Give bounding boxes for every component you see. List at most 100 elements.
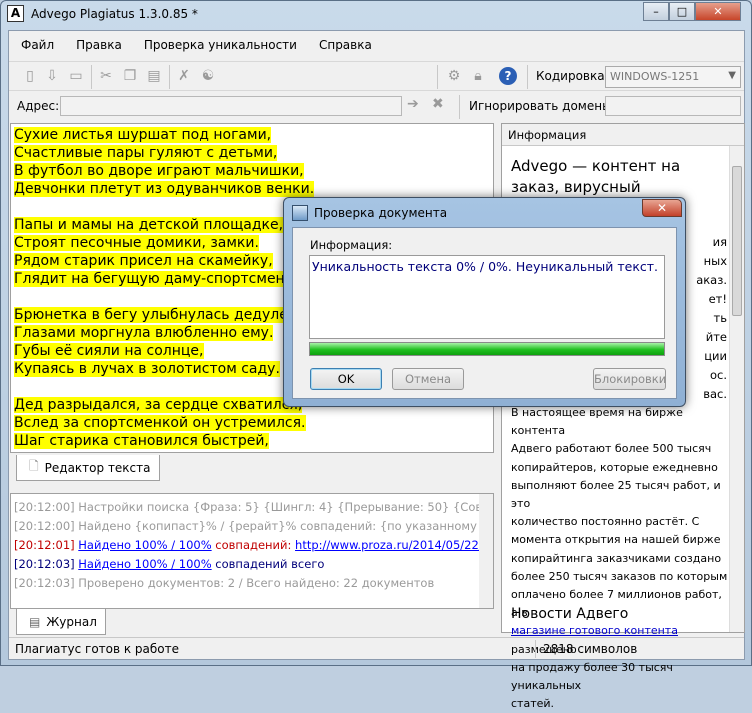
progress-fill	[310, 343, 664, 355]
log-time: [20:12:00]	[14, 500, 75, 514]
check-icon[interactable]: ✗	[175, 67, 193, 85]
settings-gear-icon[interactable]: ⚙	[445, 67, 463, 85]
dialog-message-box[interactable]: Уникальность текста 0% / 0%. Неуникальны…	[309, 255, 665, 339]
encoding-select[interactable]: WINDOWS-1251 ▼	[605, 66, 741, 88]
menu-help[interactable]: Справка	[319, 38, 372, 52]
tab-journal[interactable]: ▤ Журнал	[16, 609, 106, 635]
open-file-icon[interactable]: ▭	[67, 67, 85, 85]
log-scrollbar[interactable]	[479, 494, 493, 608]
status-bar: Плагиатус готов к работе 2818 символов	[9, 637, 744, 659]
log-time: [20:12:00]	[14, 519, 75, 533]
info-text-fragment: ции	[704, 349, 727, 363]
log-row: [20:12:01] Найдено 100% / 100% совпадени…	[11, 536, 493, 555]
info-body-line: на продажу более 30 тысяч уникальных	[511, 660, 673, 693]
log-match-text: совпадений всего	[215, 557, 325, 571]
cut-icon[interactable]: ✂	[97, 67, 115, 85]
dialog-title: Проверка документа	[314, 206, 448, 220]
minimize-button[interactable]: –	[643, 2, 669, 21]
shop-content-link[interactable]: магазине готового контента	[511, 624, 678, 637]
highlighted-text: Глядит на бегущую даму-спортсменку.	[14, 271, 306, 287]
new-document-icon[interactable]: ▯	[21, 67, 39, 85]
log-text: Найдено {копипаст}% / {рерайт}% совпаден…	[78, 519, 494, 533]
clear-icon[interactable]: ✖	[432, 96, 444, 112]
toolbar-separator	[437, 65, 438, 89]
char-count: 2818 символов	[543, 642, 638, 656]
info-body-line: количество постоянно растёт. С	[511, 515, 700, 529]
dialog-info-label: Информация:	[310, 238, 393, 252]
log-row: [20:12:00] Найдено {копипаст}% / {рерайт…	[11, 517, 493, 536]
log-time: [20:12:03]	[14, 557, 75, 571]
dialog-close-button[interactable]: ✕	[642, 199, 682, 217]
lock-icon[interactable]: 🔒︎	[469, 67, 487, 85]
menu-check-uniqueness[interactable]: Проверка уникальности	[144, 38, 297, 52]
log-text: Проверено документов: 2 / Всего найдено:…	[78, 576, 435, 590]
highlighted-text: Губы её сияли на солнце,	[14, 343, 204, 359]
dialog-progress-bar	[309, 342, 665, 356]
highlighted-text: Счастливые пары гуляют с детьми,	[14, 145, 278, 161]
highlighted-text: Шаг старика становился быстрей,	[14, 433, 269, 449]
window-title: Advego Plagiatus 1.3.0.85 *	[31, 7, 198, 21]
info-body-line: статей.	[511, 697, 555, 711]
info-body: В настоящее время на бирже контента Адвег…	[511, 404, 731, 713]
help-icon[interactable]: ?	[499, 67, 517, 85]
paste-icon[interactable]: ▤	[145, 67, 163, 85]
toolbar-separator	[169, 65, 170, 89]
editor-line: Вслед за спортсменкой он устремился.	[14, 414, 493, 432]
toolbar: ▯ ⇩ ▭ ✂ ❐ ▤ ✗ ☯ ⚙ 🔒︎ ? Кодировка: WINDOW…	[9, 61, 744, 91]
app-logo-icon: A	[7, 5, 24, 22]
menu-file[interactable]: Файл	[21, 38, 54, 52]
document-icon: 🗋︎	[29, 459, 39, 473]
status-text: Плагиатус готов к работе	[15, 642, 180, 656]
info-text-fragment: ть	[713, 311, 727, 325]
ok-button[interactable]: OK	[310, 368, 382, 390]
info-body-line: момента открытия на нашей бирже	[511, 533, 721, 547]
highlighted-text: Глазами моргнула влюбленно ему.	[14, 325, 274, 341]
address-separator	[459, 95, 460, 119]
toolbar-separator	[527, 65, 528, 89]
highlighted-text: Купаясь в лучах в золотистом саду.	[14, 361, 280, 377]
address-input[interactable]	[60, 96, 402, 116]
menu-edit[interactable]: Правка	[76, 38, 122, 52]
info-text-fragment: йте	[705, 330, 727, 344]
editor-line: В футбол во дворе играют мальчишки,	[14, 162, 493, 180]
log-found-link[interactable]: Найдено 100% / 100%	[78, 557, 211, 571]
info-scrollbar[interactable]	[729, 146, 744, 632]
highlighted-text: Брюнетка в бегу улыбнулась дедуле,	[14, 307, 293, 323]
highlighted-text: Сухие листья шуршат под ногами,	[14, 127, 272, 143]
ignore-domains-label: Игнорировать домены:	[469, 99, 616, 113]
info-body-line: более 250 тысяч заказов по которым	[511, 569, 728, 583]
log-row: [20:12:03] Проверено документов: 2 / Все…	[11, 574, 493, 593]
block-button[interactable]: Блокировки	[593, 368, 666, 390]
copy-icon[interactable]: ❐	[121, 67, 139, 85]
tab-text-editor[interactable]: 🗋︎ Редактор текста	[16, 455, 160, 481]
highlighted-text: Рядом старик присел на скамейку,	[14, 253, 273, 269]
info-text-fragment: ия	[712, 235, 727, 249]
maximize-button[interactable]: □	[669, 2, 695, 21]
log-found-link[interactable]: Найдено 100% / 100%	[78, 538, 211, 552]
tab-text-editor-label: Редактор текста	[44, 460, 151, 475]
cancel-button[interactable]: Отмена	[392, 368, 464, 390]
deep-check-icon[interactable]: ☯	[199, 67, 217, 85]
ignore-domains-input[interactable]	[605, 96, 741, 116]
info-text-fragment: ос.	[709, 368, 727, 382]
info-body-line: Адвего работают более 500 тысяч	[511, 442, 712, 456]
close-button[interactable]: ✕	[695, 2, 741, 21]
open-url-icon[interactable]: ⇩	[43, 67, 61, 85]
info-body-line: В настоящее время на бирже контента	[511, 406, 683, 438]
info-panel-header: Информация	[502, 124, 744, 146]
log-panel[interactable]: [20:12:00] Настройки поиска {Фраза: 5} {…	[10, 493, 494, 609]
title-bar[interactable]: A Advego Plagiatus 1.3.0.85 * – □ ✕	[1, 1, 751, 29]
editor-tab-strip: 🗋︎ Редактор текста	[10, 455, 494, 483]
info-scrollbar-thumb[interactable]	[732, 166, 742, 316]
go-arrow-icon[interactable]: ➔	[407, 96, 419, 112]
editor-line: Счастливые пары гуляют с детьми,	[14, 144, 493, 162]
info-text-fragment: ет!	[708, 292, 727, 306]
dialog-client-area: Информация: Уникальность текста 0% / 0%.…	[292, 227, 677, 399]
highlighted-text: Вслед за спортсменкой он устремился.	[14, 415, 306, 431]
editor-line: Девчонки плетут из одуванчиков венки.	[14, 180, 493, 198]
info-body-line: выполняют более 25 тысяч работ, и это	[511, 478, 721, 511]
log-row: [20:12:03] Найдено 100% / 100% совпадени…	[11, 555, 493, 574]
address-label: Адрес:	[17, 99, 60, 113]
log-url-link[interactable]: http://www.proza.ru/2014/05/22/152	[295, 538, 493, 552]
editor-line: Шаг старика становился быстрей,	[14, 432, 493, 450]
